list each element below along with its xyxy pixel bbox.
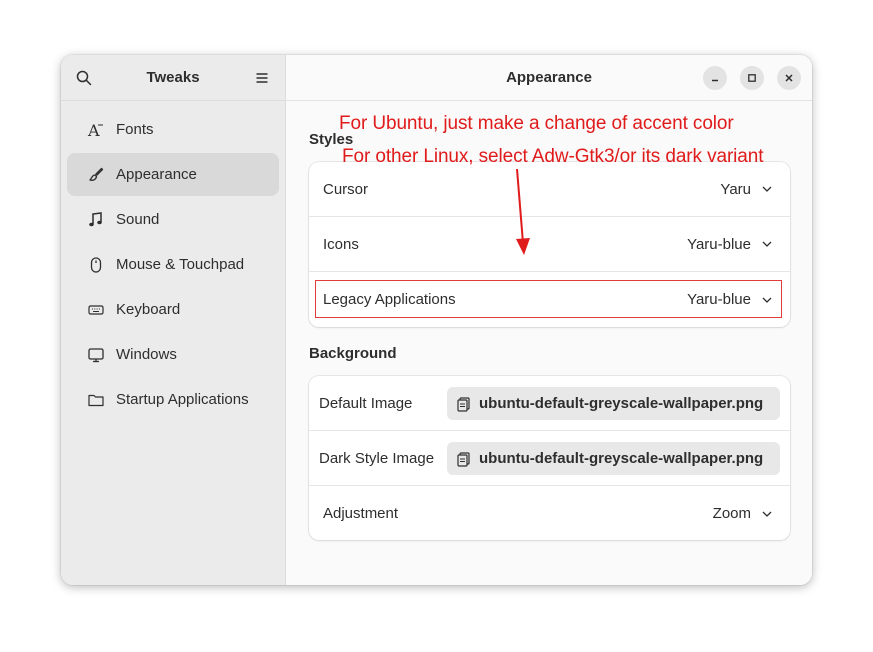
icons-row[interactable]: Icons Yaru-blue — [309, 217, 790, 272]
cursor-dropdown[interactable]: Yaru — [720, 181, 773, 198]
music-note-icon — [87, 211, 105, 229]
page-title: Appearance — [506, 69, 592, 86]
minimize-icon — [712, 79, 718, 82]
legacy-applications-dropdown[interactable]: Yaru-blue — [687, 291, 773, 308]
dark-style-image-label: Dark Style Image — [319, 449, 435, 467]
legacy-applications-label: Legacy Applications — [323, 291, 456, 308]
styles-card: Cursor Yaru Icons Yaru-blue Legacy Appli… — [309, 162, 790, 327]
sidebar-item-label: Sound — [116, 211, 160, 228]
maximize-button[interactable] — [740, 66, 764, 90]
close-icon — [785, 74, 793, 82]
default-image-row: Default Image ubuntu-default-greyscale-w… — [309, 376, 790, 431]
sidebar-header: Tweaks — [61, 55, 285, 101]
icons-value: Yaru-blue — [687, 235, 751, 253]
adjustment-label: Adjustment — [323, 505, 399, 522]
main-header: Appearance — [286, 55, 812, 101]
annotation-text-line2: For other Linux, select Adw-Gtk3/or its … — [342, 146, 764, 167]
sidebar-item-label: Fonts — [116, 121, 154, 138]
sidebar-item-startup-applications[interactable]: Startup Applications — [67, 378, 279, 421]
icons-dropdown[interactable]: Yaru-blue — [687, 236, 773, 253]
default-image-label: Default Image — [319, 394, 413, 412]
background-card: Default Image ubuntu-default-greyscale-w… — [309, 376, 790, 540]
adjustment-value: Zoom — [712, 505, 751, 522]
font-icon: A — [87, 121, 105, 139]
annotation-text-line1: For Ubuntu, just make a change of accent… — [339, 113, 734, 134]
chevron-down-icon — [761, 294, 773, 306]
legacy-applications-row[interactable]: Legacy Applications Yaru-blue — [309, 272, 790, 327]
maximize-icon — [748, 74, 756, 82]
cursor-value: Yaru — [720, 180, 751, 198]
legacy-applications-value: Yaru-blue — [687, 291, 751, 308]
dark-style-image-file-button[interactable]: ubuntu-default-greyscale-wallpaper.png — [447, 442, 780, 475]
sidebar-item-label: Keyboard — [116, 301, 181, 318]
sidebar-title: Tweaks — [146, 69, 200, 86]
sidebar-item-label: Startup Applications — [116, 391, 249, 408]
dark-style-image-row: Dark Style Image ubuntu-default-greyscal… — [309, 431, 790, 486]
chevron-down-icon — [761, 508, 773, 520]
svg-text:A: A — [87, 121, 100, 139]
close-button[interactable] — [777, 66, 801, 90]
monitor-icon — [87, 346, 105, 364]
keyboard-icon — [87, 301, 105, 319]
sidebar-item-sound[interactable]: Sound — [67, 198, 279, 241]
background-section-title: Background — [309, 345, 397, 362]
hamburger-menu-icon[interactable] — [253, 69, 271, 87]
cursor-label: Cursor — [323, 180, 369, 198]
brush-icon — [87, 166, 105, 184]
annotation-arrow — [516, 168, 530, 255]
sidebar-item-appearance[interactable]: Appearance — [67, 153, 279, 196]
sidebar: Tweaks A Fonts Appearance Sound Mouse & … — [61, 55, 286, 585]
sidebar-item-keyboard[interactable]: Keyboard — [67, 288, 279, 331]
sidebar-nav: A Fonts Appearance Sound Mouse & Touchpa… — [67, 108, 279, 423]
file-icon — [456, 396, 472, 412]
file-icon — [456, 451, 472, 467]
default-image-file-button[interactable]: ubuntu-default-greyscale-wallpaper.png — [447, 387, 780, 420]
sidebar-item-label: Appearance — [116, 166, 197, 183]
adjustment-row[interactable]: Adjustment Zoom — [309, 486, 790, 541]
sidebar-item-label: Windows — [116, 346, 177, 363]
mouse-icon — [87, 256, 105, 274]
minimize-button[interactable] — [703, 66, 727, 90]
folder-icon — [87, 391, 105, 409]
sidebar-item-fonts[interactable]: A Fonts — [67, 108, 279, 151]
chevron-down-icon — [761, 183, 773, 195]
cursor-row[interactable]: Cursor Yaru — [309, 162, 790, 217]
sidebar-item-label: Mouse & Touchpad — [116, 256, 245, 273]
adjustment-dropdown[interactable]: Zoom — [713, 505, 773, 522]
icons-label: Icons — [323, 235, 359, 253]
sidebar-item-mouse-touchpad[interactable]: Mouse & Touchpad — [67, 243, 279, 286]
default-image-filename: ubuntu-default-greyscale-wallpaper.png — [479, 395, 764, 412]
chevron-down-icon — [761, 238, 773, 250]
sidebar-item-windows[interactable]: Windows — [67, 333, 279, 376]
dark-style-image-filename: ubuntu-default-greyscale-wallpaper.png — [479, 450, 764, 467]
